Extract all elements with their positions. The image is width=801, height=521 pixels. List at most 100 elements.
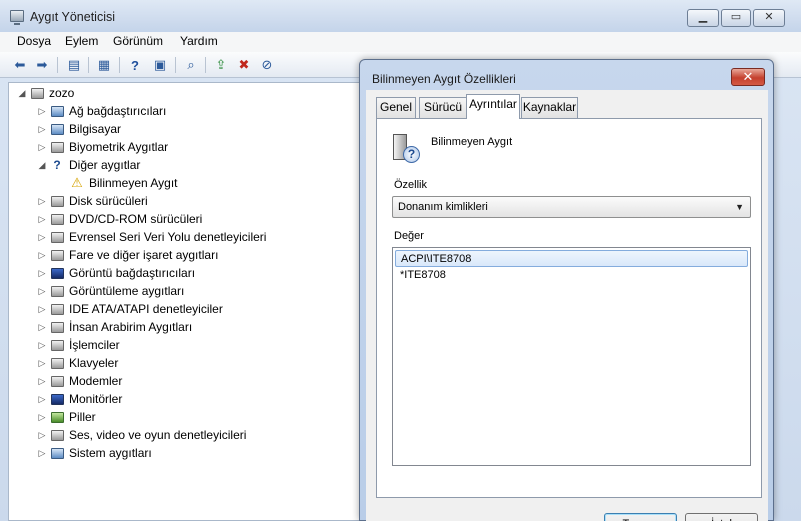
- ok-button[interactable]: Tamam: [604, 513, 677, 521]
- dialog-close-button[interactable]: ✕: [731, 68, 765, 86]
- view-icon[interactable]: ▣: [150, 56, 170, 74]
- disk-drive-icon: [49, 193, 65, 209]
- tree-item-label: İnsan Arabirim Aygıtları: [69, 320, 193, 334]
- forward-icon[interactable]: ➡: [32, 56, 52, 74]
- tree-item[interactable]: ▷ İşlemciler: [37, 336, 120, 354]
- expand-icon[interactable]: ▷: [37, 304, 47, 315]
- maximize-button[interactable]: ▭: [721, 9, 751, 27]
- list-item[interactable]: ACPI\ITE8708: [395, 250, 748, 267]
- computer-icon: [29, 85, 45, 101]
- tree-item[interactable]: ▷ Sistem aygıtları: [37, 444, 152, 462]
- tree-item[interactable]: ▷ Ses, video ve oyun denetleyicileri: [37, 426, 247, 444]
- tree-item-label: Bilinmeyen Aygıt: [89, 176, 178, 190]
- menu-dosya[interactable]: Dosya: [17, 34, 51, 48]
- back-icon[interactable]: ⬅: [10, 56, 30, 74]
- tree-item[interactable]: ▷ Bilgisayar: [37, 120, 122, 138]
- list-item[interactable]: *ITE8708: [395, 267, 748, 284]
- tree-item[interactable]: ▷ Disk sürücüleri: [37, 192, 148, 210]
- minimize-button[interactable]: ▁: [687, 9, 719, 27]
- expand-icon[interactable]: ▷: [37, 286, 47, 297]
- tab-surucu[interactable]: Sürücü: [419, 97, 467, 118]
- properties-icon[interactable]: ▦: [94, 56, 114, 74]
- tree-item-label: Monitörler: [69, 392, 123, 406]
- property-label: Özellik: [394, 179, 428, 191]
- expand-icon[interactable]: ▷: [37, 142, 47, 153]
- computer-icon: [49, 121, 65, 137]
- update-driver-icon[interactable]: ⇪: [211, 56, 231, 74]
- tree-item[interactable]: ▷ IDE ATA/ATAPI denetleyiciler: [37, 300, 223, 318]
- tree-item-label: Bilgisayar: [69, 122, 122, 136]
- console-tree-icon[interactable]: ▤: [64, 56, 84, 74]
- expand-icon[interactable]: ▷: [37, 358, 47, 369]
- tree-item[interactable]: ▷ Modemler: [37, 372, 123, 390]
- tree-item-label: Ağ bağdaştırıcıları: [69, 104, 167, 118]
- expand-icon[interactable]: ▷: [37, 214, 47, 225]
- expand-icon[interactable]: ▷: [37, 412, 47, 423]
- tree-root[interactable]: ◢ zozo: [17, 84, 75, 102]
- device-tree[interactable]: ◢ zozo ▷ Ağ bağdaştırıcıları ▷ Bilgisayar ▷ B…: [8, 82, 359, 521]
- tab-genel[interactable]: Genel: [376, 97, 416, 118]
- expand-icon[interactable]: ▷: [37, 322, 47, 333]
- expand-icon[interactable]: ▷: [37, 268, 47, 279]
- tree-item-label: Piller: [69, 410, 96, 424]
- tree-item-label: Ses, video ve oyun denetleyicileri: [69, 428, 247, 442]
- expand-icon[interactable]: ▷: [37, 376, 47, 387]
- dialog-title: Bilinmeyen Aygıt Özellikleri: [372, 72, 516, 86]
- menu-yardim[interactable]: Yardım: [180, 34, 218, 48]
- tree-item[interactable]: ▷ Biyometrik Aygıtlar: [37, 138, 169, 156]
- toolbar-separator: [57, 57, 58, 73]
- expand-icon[interactable]: ▷: [37, 430, 47, 441]
- tree-item[interactable]: ▷ İnsan Arabirim Aygıtları: [37, 318, 193, 336]
- property-select[interactable]: Donanım kimlikleri ▼: [392, 196, 751, 218]
- close-button[interactable]: ✕: [753, 9, 785, 27]
- usb-icon: [49, 229, 65, 245]
- tab-kaynaklar[interactable]: Kaynaklar: [521, 97, 578, 118]
- tab-ayrintilar[interactable]: Ayrıntılar: [466, 94, 520, 119]
- system-device-icon: [49, 445, 65, 461]
- expand-icon[interactable]: ▷: [37, 250, 47, 261]
- tree-item[interactable]: ▷ Fare ve diğer işaret aygıtları: [37, 246, 219, 264]
- value-listbox[interactable]: ACPI\ITE8708 *ITE8708: [392, 247, 751, 466]
- tree-item-label: Sistem aygıtları: [69, 446, 152, 460]
- details-panel: ? Bilinmeyen Aygıt Özellik Donanım kimli…: [376, 118, 762, 498]
- tree-item-label: İşlemciler: [69, 338, 120, 352]
- tree-item[interactable]: ▷ Evrensel Seri Veri Yolu denetleyicileri: [37, 228, 267, 246]
- expand-icon[interactable]: ▷: [37, 196, 47, 207]
- tree-item[interactable]: ▷ Piller: [37, 408, 96, 426]
- expand-icon[interactable]: ▷: [37, 394, 47, 405]
- ide-controller-icon: [49, 301, 65, 317]
- expand-icon[interactable]: ▷: [37, 448, 47, 459]
- tree-item[interactable]: ▷ Klavyeler: [37, 354, 119, 372]
- cancel-button[interactable]: İptal: [685, 513, 758, 521]
- menu-eylem[interactable]: Eylem: [65, 34, 98, 48]
- tree-item-label: Evrensel Seri Veri Yolu denetleyicileri: [69, 230, 267, 244]
- expand-icon[interactable]: ▷: [37, 124, 47, 135]
- collapse-icon[interactable]: ◢: [37, 160, 47, 171]
- tree-item[interactable]: ▷ Ağ bağdaştırıcıları: [37, 102, 167, 120]
- uninstall-icon[interactable]: ✖: [234, 56, 254, 74]
- disable-icon[interactable]: ⊘: [257, 56, 277, 74]
- tree-item-label: Görüntü bağdaştırıcıları: [69, 266, 196, 280]
- tree-item-label: Fare ve diğer işaret aygıtları: [69, 248, 219, 262]
- expand-icon[interactable]: ▷: [37, 340, 47, 351]
- help-icon[interactable]: ?: [125, 56, 145, 74]
- expand-icon[interactable]: ▷: [37, 232, 47, 243]
- collapse-icon[interactable]: ◢: [17, 88, 27, 99]
- expand-icon[interactable]: ▷: [37, 106, 47, 117]
- tree-item[interactable]: ◢? Diğer aygıtlar: [37, 156, 141, 174]
- properties-dialog: Bilinmeyen Aygıt Özellikleri ✕ Genel Sür…: [359, 59, 774, 521]
- device-name: Bilinmeyen Aygıt: [431, 136, 513, 148]
- menu-gorunum[interactable]: Görünüm: [113, 34, 163, 48]
- device-manager-app-icon: [10, 10, 24, 25]
- tree-item[interactable]: ▷ Görüntüleme aygıtları: [37, 282, 185, 300]
- tree-item[interactable]: ▷ Monitörler: [37, 390, 123, 408]
- tree-item-label: Biyometrik Aygıtlar: [69, 140, 169, 154]
- menu-bar: Dosya Eylem Görünüm Yardım: [0, 32, 801, 52]
- title-bar[interactable]: Aygıt Yöneticisi ▁ ▭ ✕: [0, 0, 801, 32]
- tree-root-label: zozo: [49, 86, 75, 100]
- tree-item[interactable]: ▷ Görüntü bağdaştırıcıları: [37, 264, 196, 282]
- tree-item[interactable]: ⚠ Bilinmeyen Aygıt: [57, 174, 178, 192]
- tree-item[interactable]: ▷ DVD/CD-ROM sürücüleri: [37, 210, 203, 228]
- camera-icon: [49, 283, 65, 299]
- scan-hardware-icon[interactable]: ⌕: [181, 56, 201, 74]
